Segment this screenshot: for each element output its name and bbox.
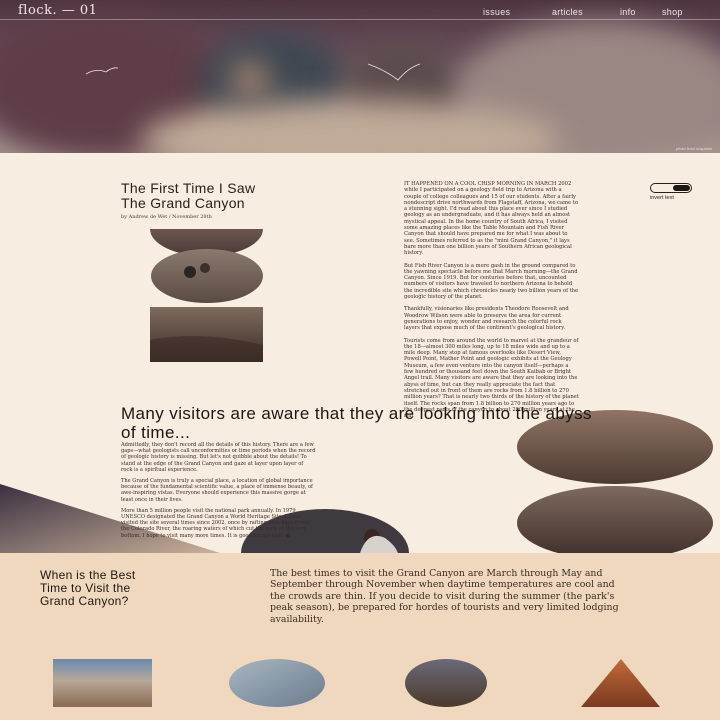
nav-link-issues[interactable]: issues [483, 7, 510, 17]
gallery-photo-rect [53, 659, 152, 707]
photo-credit: photo from unsplash [675, 146, 712, 151]
gallery-photo-circle-2 [405, 659, 487, 707]
site-logo[interactable]: flock. — 01 [18, 3, 97, 18]
top-nav: flock. — 01 issues articles info shop [0, 0, 720, 20]
gallery-artwork [53, 659, 660, 707]
nav-divider [0, 19, 720, 20]
nav-link-shop[interactable]: shop [662, 7, 683, 17]
nav-link-info[interactable]: info [620, 7, 636, 17]
gallery-photo-circle-1 [229, 659, 325, 707]
gallery-photo-triangle [581, 659, 660, 707]
nav-link-articles[interactable]: articles [552, 7, 583, 17]
bird-icon [85, 63, 421, 81]
